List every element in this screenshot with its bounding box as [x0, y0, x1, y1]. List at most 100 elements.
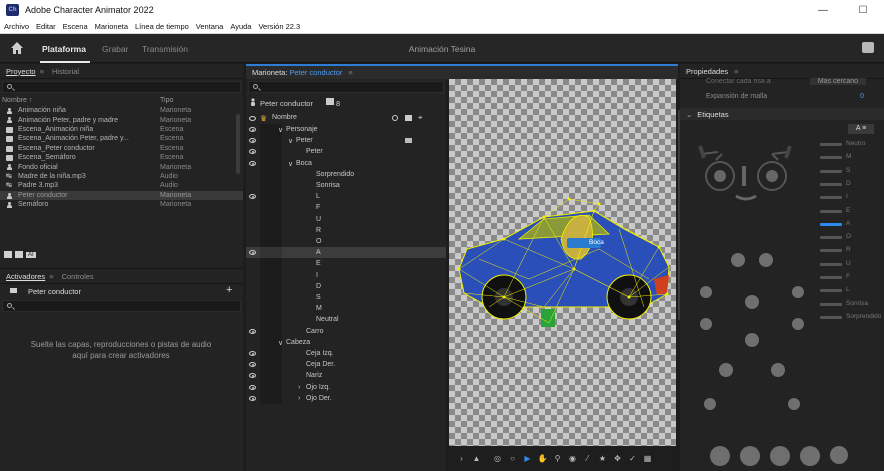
panel-menu-icon[interactable]: ≡ [40, 67, 44, 76]
origin-tool-icon[interactable]: ◉ [566, 452, 579, 465]
select-tool-icon[interactable]: ◎ [491, 452, 504, 465]
body-tag-node[interactable] [759, 253, 773, 267]
tag-swatch[interactable] [820, 196, 842, 200]
project-item[interactable]: Semáforo Marioneta [0, 200, 243, 209]
tag-label[interactable]: D [846, 180, 851, 187]
tag-swatch[interactable] [820, 209, 842, 213]
eye-icon[interactable] [249, 127, 256, 132]
warp-independent-icon[interactable] [405, 138, 412, 144]
layer-row[interactable]: Neutral [246, 314, 446, 326]
tag-swatch[interactable] [820, 315, 842, 319]
panel-menu-icon[interactable]: ≡ [348, 68, 352, 77]
project-item[interactable]: ↹ Madre de la niña.mp3 Audio [0, 172, 243, 181]
layer-row[interactable]: ∨ Peter [246, 135, 446, 147]
tag-label[interactable]: E [846, 207, 850, 214]
eye-icon[interactable] [249, 384, 256, 390]
project-item[interactable]: Escena_Animación Peter, padre y... Escena [0, 134, 243, 143]
eye-icon[interactable] [249, 373, 256, 379]
layer-row[interactable]: Peter [246, 146, 446, 158]
project-item[interactable]: Escena_Animación niña Escena [0, 125, 243, 134]
project-item[interactable]: ↹ Padre 3.mp3 Audio [0, 181, 243, 190]
layer-tool-icon[interactable]: ▦ [641, 452, 654, 465]
tag-label[interactable]: Neutro [846, 140, 866, 147]
puppet-footer-icon[interactable] [4, 251, 12, 258]
layer-row[interactable]: L [246, 191, 446, 203]
tag-label[interactable]: S [846, 167, 850, 174]
layer-row[interactable]: S [246, 292, 446, 304]
chevron-right-icon[interactable]: › [298, 395, 300, 402]
handle-tool-icon[interactable]: ✥ [611, 452, 624, 465]
tag-swatch[interactable] [820, 143, 842, 146]
body-tag-node[interactable] [792, 286, 804, 298]
layer-row[interactable]: Sorprendido [246, 168, 446, 180]
boca-handle-label[interactable]: Boca [589, 239, 604, 246]
face-preset-icon[interactable] [710, 446, 730, 466]
panel-menu-icon[interactable]: ≡ [49, 272, 53, 281]
face-preset-icon[interactable] [740, 446, 760, 466]
layer-row[interactable]: I [246, 269, 446, 281]
layer-row[interactable]: U [246, 213, 446, 225]
eye-icon[interactable] [249, 328, 256, 334]
tag-label[interactable]: O [846, 233, 851, 240]
project-item[interactable]: Animación Peter, padre y madre Marioneta [0, 115, 243, 124]
zoom-tool-icon[interactable]: ⚲ [551, 452, 564, 465]
tag-label[interactable]: R [846, 246, 851, 253]
warning-icon[interactable]: ▲ [470, 452, 483, 465]
layer-row[interactable]: ∨ Boca [246, 157, 446, 169]
minimize-button[interactable]: — [810, 0, 836, 20]
add-trigger-button[interactable]: + [226, 284, 232, 296]
puppet-canvas[interactable]: Boca [449, 79, 676, 446]
tab-activadores[interactable]: Activadores [6, 272, 45, 281]
eye-icon[interactable] [249, 138, 256, 144]
layer-row[interactable]: Sonrisa [246, 180, 446, 192]
tag-swatch[interactable] [820, 156, 842, 160]
layer-row[interactable]: F [246, 202, 446, 214]
layer-row[interactable]: › Ojo Izq. [246, 381, 446, 393]
tab-proyecto[interactable]: Proyecto [6, 67, 36, 76]
menu-linea-de-tiempo[interactable]: Línea de tiempo [135, 22, 189, 31]
ellipse-tool-icon[interactable]: ○ [506, 452, 519, 465]
tag-label[interactable]: I [846, 193, 848, 200]
trigger-search-input[interactable] [2, 300, 241, 312]
chevron-down-icon[interactable]: ∨ [288, 137, 293, 145]
hand-tool-icon[interactable]: ✋ [536, 452, 549, 465]
layer-row[interactable]: Nariz [246, 370, 446, 382]
layer-row[interactable]: R [246, 224, 446, 236]
layer-row[interactable]: Carro [246, 325, 446, 337]
face-preset-icon[interactable] [830, 446, 848, 464]
column-type[interactable]: Tipo [160, 97, 173, 104]
project-item[interactable]: Escena_Semáforo Escena [0, 153, 243, 162]
panel-menu-icon[interactable]: ≡ [734, 67, 738, 76]
pointer-tool-icon[interactable]: ▶ [521, 452, 534, 465]
body-tag-node[interactable] [719, 363, 733, 377]
illustrator-badge[interactable]: AI [26, 251, 36, 258]
layer-search-input[interactable] [248, 81, 444, 93]
menu-marioneta[interactable]: Marioneta [95, 22, 128, 31]
tags-section-header[interactable]: ⌄ Etiquetas [680, 108, 884, 120]
chevron-down-icon[interactable]: ∨ [278, 126, 283, 134]
tag-swatch[interactable] [820, 182, 842, 186]
body-tag-node[interactable] [704, 398, 716, 410]
pin-tool-icon[interactable]: ★ [596, 452, 609, 465]
layer-row[interactable]: D [246, 280, 446, 292]
eye-icon[interactable] [249, 351, 256, 356]
chevron-down-icon[interactable]: ∨ [278, 339, 283, 347]
column-name[interactable]: Nombre [272, 114, 297, 121]
body-tag-node[interactable] [700, 286, 712, 298]
body-tag-node[interactable] [700, 318, 712, 330]
tags-mode-toggle[interactable]: A ≡ [848, 124, 874, 134]
tag-label[interactable]: F [846, 273, 850, 280]
project-search-input[interactable] [2, 81, 241, 93]
tag-swatch[interactable] [820, 302, 842, 306]
menu-archivo[interactable]: Archivo [4, 22, 29, 31]
eye-icon[interactable] [249, 149, 256, 155]
chevron-right-icon[interactable]: › [298, 384, 300, 391]
tab-controles[interactable]: Controles [62, 272, 94, 281]
menu-editar[interactable]: Editar [36, 22, 56, 31]
menu-ventana[interactable]: Ventana [196, 22, 224, 31]
tag-label[interactable]: A [846, 220, 850, 227]
tag-swatch[interactable] [820, 249, 842, 253]
connect-setting-select[interactable]: Más cercano [809, 78, 866, 85]
tag-label[interactable]: Sorprendido [846, 313, 881, 320]
project-item[interactable]: Animación niña Marioneta [0, 106, 243, 115]
